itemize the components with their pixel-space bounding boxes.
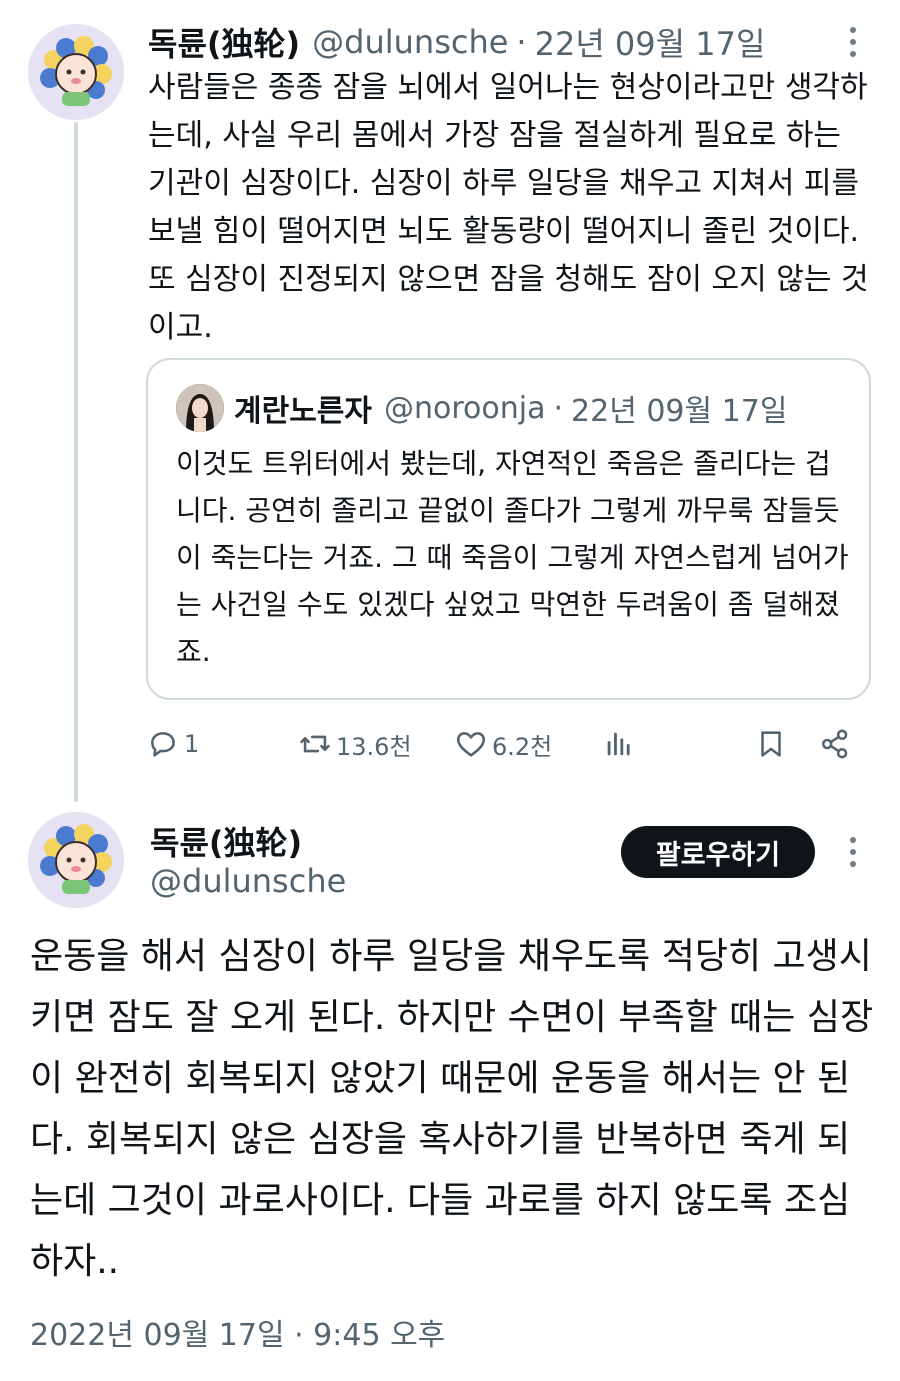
bar-chart-icon [607,732,630,756]
more-dots-vertical-icon[interactable] [843,832,863,872]
avatar [176,384,224,432]
share-button[interactable] [818,720,852,768]
reply-button[interactable]: 1 [146,720,199,768]
quoted-author-handle: @noroonja [384,390,546,426]
reply-count: 1 [184,730,200,758]
quoted-tweet-card[interactable]: 계란노른자 @noroonja · 22년 09월 17일 이것도 트위터에서 … [146,358,871,700]
author-name[interactable]: 독륜(独轮) [148,19,300,65]
reply-tweet-header: 독륜(独轮) @dulunsche · 22년 09월 17일 [148,19,766,65]
separator-dot: · [516,23,527,61]
avatar[interactable] [28,812,124,908]
tweet-date[interactable]: 22년 09월 17일 [535,19,766,65]
thread-connector-line [74,122,78,802]
tweet-timestamp[interactable]: 2022년 09월 17일 · 9:45 오후 [30,1310,445,1354]
avatar-illustration-icon [28,812,124,908]
separator-dot: · [553,390,564,426]
quoted-author-name: 계란노른자 [234,394,372,429]
main-tweet-text: 운동을 해서 심장이 하루 일당을 채우도록 적당히 고생시키면 잠도 잘 오게… [30,936,874,1282]
quoted-tweet-header: 계란노른자 @noroonja · 22년 09월 17일 [234,388,788,430]
quoted-tweet-text: 이것도 트위터에서 봤는데, 자연적인 죽음은 졸리다는 겁니다. 공연히 졸리… [176,447,849,668]
author-handle[interactable]: @dulunsche [312,23,508,61]
bookmark-icon [761,731,781,757]
like-count: 6.2천 [492,732,553,761]
like-button[interactable]: 6.2천 [454,720,552,768]
author-name[interactable]: 독륜(独轮) [150,818,302,864]
retweet-button[interactable]: 13.6천 [298,720,412,768]
retweet-count: 13.6천 [336,732,412,761]
avatar-illustration-icon [28,24,124,120]
quoted-avatar-photo-icon [176,384,224,432]
retweet-arrows-icon [300,735,330,753]
speech-bubble-icon [151,732,175,757]
share-icon [821,729,848,759]
author-handle[interactable]: @dulunsche [150,862,346,900]
reply-tweet-text: 사람들은 종종 잠을 뇌에서 일어나는 현상이라고만 생각하는데, 사실 우리 … [148,70,869,345]
quoted-tweet-date: 22년 09월 17일 [571,394,788,429]
views-button[interactable] [602,720,636,768]
tweet-action-bar: 1 13.6천 6.2천 [146,720,866,768]
heart-icon [456,732,486,757]
avatar[interactable] [28,24,124,120]
follow-button[interactable]: 팔로우하기 [621,826,815,878]
bookmark-button[interactable] [754,720,788,768]
more-dots-vertical-icon[interactable] [843,22,863,62]
